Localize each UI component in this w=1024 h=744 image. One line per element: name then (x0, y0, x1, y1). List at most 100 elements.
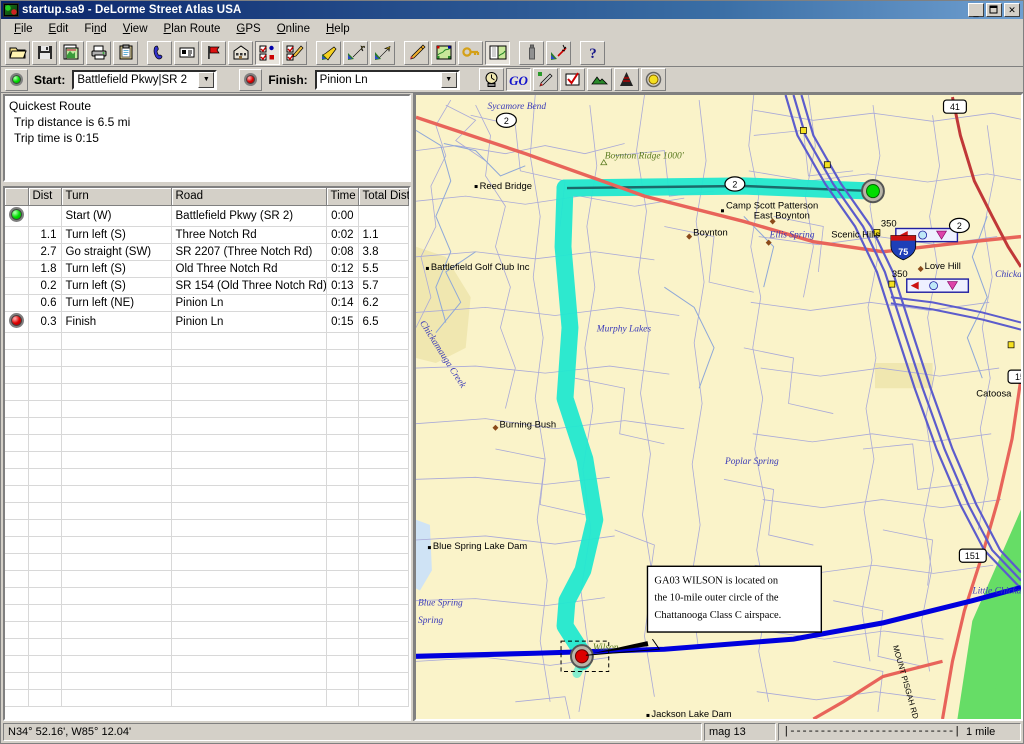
map-canvas[interactable]: .mlbl { font-family:"Liberation Sans", s… (416, 95, 1021, 719)
finish-input[interactable]: Pinion Ln (317, 74, 441, 86)
shield-us41: 41 (942, 99, 967, 114)
row-dist: 1.1 (28, 226, 62, 244)
start-combobox[interactable]: Battlefield Pkwy|SR 2 ▼ (72, 69, 218, 90)
row-road: Pinion Ln (171, 294, 327, 312)
clock-timer-button[interactable] (478, 68, 504, 91)
scale-bar-label: 1 mile (965, 726, 996, 738)
table-row[interactable]: Start (W) Battlefield Pkwy (SR 2) 0:00 (5, 205, 409, 227)
menu-help[interactable]: Help (318, 21, 358, 37)
house-button[interactable] (228, 40, 253, 65)
zoom-in-button[interactable] (370, 40, 395, 65)
save-file-button[interactable] (32, 40, 57, 65)
draw-route-button[interactable] (532, 68, 558, 91)
hazard-alert-button[interactable] (613, 68, 639, 91)
menu-file[interactable]: File (6, 21, 41, 37)
check-route-button[interactable] (559, 68, 585, 91)
start-dropdown-arrow-icon[interactable]: ▼ (198, 71, 215, 88)
phone-button[interactable] (147, 40, 172, 65)
start-marker-button[interactable] (5, 68, 28, 91)
table-row[interactable]: 1.8 Turn left (S) Old Three Notch Rd 0:12 5.… (5, 260, 409, 278)
route-type: Quickest Route (9, 99, 92, 113)
go-route-button[interactable]: GO (505, 68, 531, 91)
row-total-dist (358, 205, 409, 227)
menu-edit[interactable]: Edit (41, 21, 77, 37)
zoom-out-button[interactable] (316, 40, 341, 65)
trip-time: Trip time is 0:15 (14, 131, 99, 145)
clipboard-icon (119, 44, 132, 60)
svg-text:Murphy Lakes: Murphy Lakes (596, 325, 651, 335)
window-title: startup.sa9 - DeLorme Street Atlas USA (22, 4, 242, 16)
finish-combobox[interactable]: Pinion Ln ▼ (314, 69, 460, 90)
row-marker-cell (5, 226, 29, 244)
checklist-button[interactable] (255, 40, 280, 65)
gps-upload-button[interactable] (519, 40, 544, 65)
shield-sr2-east: 2 (948, 217, 970, 234)
pan-button[interactable] (343, 40, 368, 65)
menu-find[interactable]: Find (76, 21, 114, 37)
directions-table-container[interactable]: Dist Turn Road Time Total Dist Start (W)… (3, 186, 411, 721)
col-header-road[interactable]: Road (171, 188, 327, 206)
minimize-icon: _ (973, 7, 979, 17)
minimize-button[interactable]: _ (968, 3, 984, 17)
restore-button[interactable] (986, 3, 1002, 17)
map-view[interactable]: .mlbl { font-family:"Liberation Sans", s… (414, 93, 1023, 721)
hazard-alert-icon (619, 72, 633, 86)
key-legend-button[interactable] (458, 40, 483, 65)
clipboard-button[interactable] (113, 40, 138, 65)
col-header-turn[interactable]: Turn (61, 188, 172, 206)
close-button[interactable]: ✕ (1004, 3, 1020, 17)
exit-number-350-upper: 350 (881, 218, 897, 229)
svg-text:Reed Bridge: Reed Bridge (480, 181, 532, 192)
print-button[interactable] (86, 40, 111, 65)
open-file-button[interactable] (5, 40, 30, 65)
map-callout: GA03 WILSON is located on the 10-mile ou… (646, 565, 823, 633)
table-row[interactable]: 1.1 Turn left (S) Three Notch Rd 0:02 1.1 (5, 226, 409, 244)
finish-dropdown-arrow-icon[interactable]: ▼ (440, 71, 457, 88)
pencil-draw-button[interactable] (404, 40, 429, 65)
map-layers-button[interactable] (431, 40, 456, 65)
row-pad (408, 205, 409, 227)
map-layers-icon (436, 45, 451, 60)
row-turn: Turn left (S) (61, 226, 172, 244)
split-view-icon (489, 45, 506, 60)
svg-text:?: ? (589, 46, 597, 61)
table-row-empty (5, 519, 409, 537)
main-toolbar: ? (1, 39, 1023, 67)
red-flag-button[interactable] (201, 40, 226, 65)
row-dist: 0.6 (28, 294, 62, 312)
row-time: 0:14 (326, 294, 359, 312)
table-row[interactable]: 0.3 Finish Pinion Ln 0:15 6.5 (5, 311, 409, 333)
toolbar-separator (139, 42, 146, 64)
pencil-draw-icon (409, 44, 425, 60)
table-row[interactable]: 0.6 Turn left (NE) Pinion Ln 0:14 6.2 (5, 294, 409, 312)
col-header-dist[interactable]: Dist (28, 188, 62, 206)
business-card-button[interactable] (174, 40, 199, 65)
col-header-total-dist[interactable]: Total Dist (358, 188, 409, 206)
menu-gps[interactable]: GPS (228, 21, 268, 37)
status-bar: N34° 52.16', W85° 12.04' mag 13 |-------… (1, 721, 1023, 743)
yellow-target-icon (645, 71, 661, 88)
svg-text:Love Hill: Love Hill (925, 261, 961, 272)
svg-text:Poplar Spring: Poplar Spring (724, 457, 779, 467)
svg-text:15: 15 (1015, 372, 1021, 382)
menu-online[interactable]: Online (269, 21, 318, 37)
help-button[interactable]: ? (580, 40, 605, 65)
table-row[interactable]: 2.7 Go straight (SW) SR 2207 (Three Notch … (5, 243, 409, 261)
menu-view[interactable]: View (115, 21, 156, 37)
save-map-button[interactable] (59, 40, 84, 65)
col-header-marker[interactable] (5, 188, 29, 206)
svg-text:151: 151 (965, 551, 980, 561)
gps-tracking-button[interactable] (546, 40, 571, 65)
col-header-time[interactable]: Time (326, 188, 359, 206)
table-row[interactable]: 0.2 Turn left (S) SR 154 (Old Three Notch … (5, 277, 409, 295)
gps-upload-icon (528, 44, 535, 60)
edit-checklist-button[interactable] (282, 40, 307, 65)
menu-plan-route[interactable]: Plan Route (156, 21, 229, 37)
terrain-profile-button[interactable] (586, 68, 612, 91)
yellow-target-button[interactable] (640, 68, 666, 91)
finish-marker-button[interactable] (239, 68, 263, 91)
split-view-button[interactable] (485, 40, 510, 65)
start-input[interactable]: Battlefield Pkwy|SR 2 (74, 74, 198, 86)
svg-text:Sycamore Bend: Sycamore Bend (488, 102, 547, 112)
svg-text:Blue Spring Lake Dam: Blue Spring Lake Dam (433, 541, 527, 552)
